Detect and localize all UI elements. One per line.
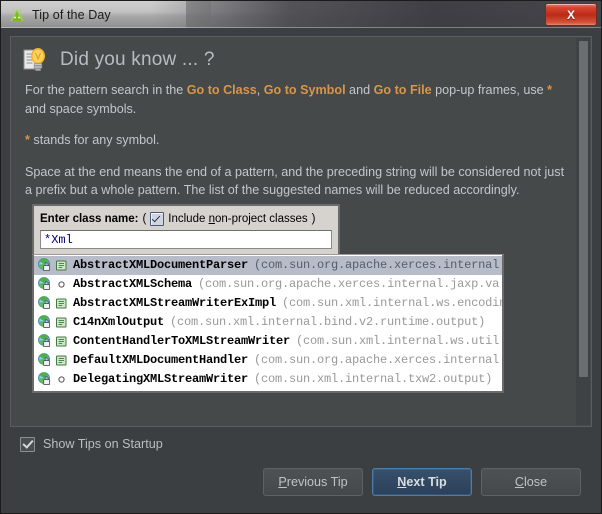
tip-content-panel: Did you know ... ? For the pattern searc… — [10, 36, 592, 427]
show-tips-on-startup-row[interactable]: Show Tips on Startup — [10, 427, 592, 461]
class-result-row[interactable]: DefaultXMLDocumentHandler (com.sun.org.ap… — [34, 351, 502, 370]
lightbulb-icon — [21, 45, 51, 75]
p1-part-b: , — [256, 83, 264, 97]
class-locked-icon — [37, 353, 52, 367]
p1-part-d: pop-up frames, use — [431, 83, 548, 97]
class-name: DelegatingXMLStreamWriter — [73, 372, 249, 386]
tip-header: Did you know ... ? — [11, 37, 591, 77]
dialog-body: Did you know ... ? For the pattern searc… — [1, 28, 601, 513]
next-tip-button[interactable]: Next Tip — [372, 468, 472, 496]
close-icon: X — [566, 7, 575, 22]
final-marker-icon — [55, 259, 68, 272]
goto-class-label-row: Enter class name: ( Include non-project … — [40, 211, 332, 226]
dialog-button-bar: Previous Tip Next Tip Close — [10, 461, 592, 513]
asterisk-symbol-1: * — [547, 83, 553, 97]
previous-tip-label: Previous Tip — [278, 475, 348, 489]
enter-class-name-label: Enter class name: — [40, 212, 139, 225]
class-name: ContentHandlerToXMLStreamWriter — [73, 334, 291, 348]
include-non-project-label: Include non-project classes — [168, 212, 308, 225]
content-scrollbar-thumb[interactable] — [579, 41, 588, 377]
class-package: (com.sun.xml.internal.ws.util — [296, 334, 500, 348]
tip-of-the-day-dialog: Tip of the Day X Did you know ... ? For … — [0, 0, 602, 514]
class-package: (com.sun.xml.internal.ws.encodin — [282, 296, 502, 310]
previous-tip-button[interactable]: Previous Tip — [263, 468, 363, 496]
abstract-marker-icon — [55, 278, 68, 291]
close-button-label: Close — [514, 475, 548, 489]
class-locked-icon — [37, 258, 52, 272]
class-package: (com.sun.org.apache.xerces.internal.jaxp… — [198, 277, 500, 291]
class-result-row[interactable]: C14nXmlOutput (com.sun.xml.internal.bind.… — [34, 313, 502, 332]
class-package: (com.sun.org.apache.xerces.internal — [254, 353, 500, 367]
final-marker-icon — [55, 354, 68, 367]
tip-paragraph-2: * stands for any symbol. — [25, 131, 573, 150]
class-result-row[interactable]: AbstractXMLStreamWriterExImpl (com.sun.xm… — [34, 294, 502, 313]
close-window-button[interactable]: X — [545, 3, 597, 26]
class-result-row[interactable]: AbstractXMLSchema (com.sun.org.apache.xer… — [34, 275, 502, 294]
final-marker-icon — [55, 297, 68, 310]
keyword-go-to-class: Go to Class — [186, 83, 257, 97]
include-non-project-checkbox[interactable] — [150, 211, 165, 226]
tip-text-body: For the pattern search in the Go to Clas… — [11, 77, 591, 200]
class-name: AbstractXMLStreamWriterExImpl — [73, 296, 277, 310]
tip-paragraph-1: For the pattern search in the Go to Clas… — [25, 81, 573, 118]
paren-close: ) — [311, 212, 316, 225]
paren-open: ( — [142, 212, 147, 225]
tip-heading: Did you know ... ? — [60, 49, 215, 70]
embedded-screenshot: Enter class name: ( Include non-project … — [32, 203, 504, 393]
class-name-search-input[interactable]: *Xml — [40, 229, 332, 249]
class-locked-icon — [37, 334, 52, 348]
title-bar-gradient — [151, 1, 211, 28]
keyword-go-to-symbol: Go to Symbol — [263, 83, 346, 97]
show-tips-label: Show Tips on Startup — [43, 437, 163, 451]
p2-text: stands for any symbol. — [29, 133, 160, 147]
tip-paragraph-3: Space at the end means the end of a patt… — [25, 164, 565, 198]
class-locked-icon — [37, 315, 52, 329]
search-input-value: *Xml — [44, 232, 73, 247]
show-tips-checkbox[interactable] — [20, 436, 35, 452]
p1-part-c: and — [345, 83, 374, 97]
class-result-row[interactable]: ContentHandlerToXMLStreamWriter (com.sun.… — [34, 332, 502, 351]
class-locked-icon — [37, 296, 52, 310]
keyword-go-to-file: Go to File — [373, 83, 432, 97]
goto-class-popup-header: Enter class name: ( Include non-project … — [32, 203, 340, 254]
android-studio-icon — [9, 7, 25, 23]
class-package: (com.sun.xml.internal.txw2.output) — [254, 372, 493, 386]
p1-part-e: and space symbols. — [25, 101, 137, 116]
class-name: DefaultXMLDocumentHandler — [73, 353, 249, 367]
class-locked-icon — [37, 372, 52, 386]
p1-part-a: For the pattern search in the — [25, 83, 187, 97]
class-name: AbstractXMLSchema — [73, 277, 193, 291]
content-scrollbar[interactable] — [576, 38, 590, 425]
class-package: (com.sun.xml.internal.bind.v2.runtime.ou… — [170, 315, 486, 329]
class-name: AbstractXMLDocumentParser — [73, 258, 249, 272]
title-bar-backdrop — [186, 1, 601, 28]
title-bar: Tip of the Day X — [1, 1, 601, 28]
class-results-list[interactable]: AbstractXMLDocumentParser (com.sun.org.ap… — [32, 253, 504, 393]
next-tip-label: Next Tip — [397, 475, 447, 489]
class-locked-icon — [37, 277, 52, 291]
close-button[interactable]: Close — [481, 468, 581, 496]
abstract-marker-icon — [55, 373, 68, 386]
class-result-row[interactable]: DelegatingXMLStreamWriter (com.sun.xml.in… — [34, 370, 502, 389]
window-title: Tip of the Day — [32, 7, 111, 22]
class-name: C14nXmlOutput — [73, 315, 165, 329]
final-marker-icon — [55, 335, 68, 348]
class-package: (com.sun.org.apache.xerces.internal — [254, 258, 500, 272]
final-marker-icon — [55, 316, 68, 329]
class-result-row[interactable]: AbstractXMLDocumentParser (com.sun.org.ap… — [34, 255, 502, 275]
